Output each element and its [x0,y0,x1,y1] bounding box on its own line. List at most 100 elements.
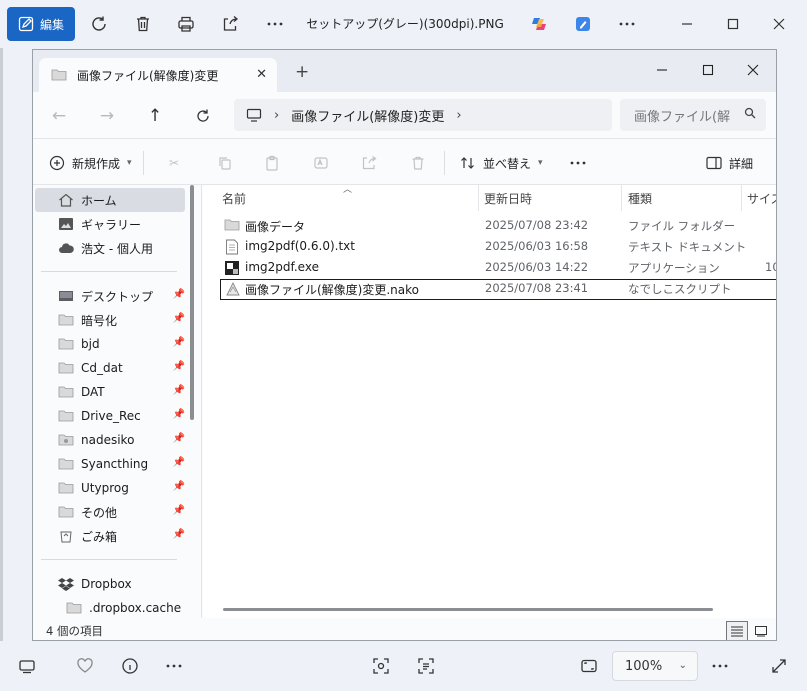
nav-item-label: DAT [81,385,105,399]
delete-icon[interactable] [131,12,155,36]
pin-icon[interactable]: 📌 [173,433,185,444]
explorer-minimize-icon[interactable] [639,55,685,85]
paste-icon[interactable] [264,152,280,174]
nav-item-recycle-bin[interactable]: ごみ箱 📌 [35,524,185,548]
share-file-icon[interactable] [361,152,377,174]
breadcrumb-current[interactable]: 画像ファイル(解像度)変更 [291,106,444,125]
more-options-icon[interactable] [162,654,186,678]
more-menu-icon[interactable] [615,12,639,36]
new-tab-icon[interactable]: + [295,62,309,82]
folder-icon [58,505,74,519]
new-button[interactable]: 新規作成 ▾ [49,152,132,174]
zoom-select[interactable]: 100% ⌄ [612,651,698,681]
address-bar[interactable]: › 画像ファイル(解像度)変更 › [234,99,612,131]
large-icons-view-icon[interactable] [750,621,772,640]
column-header-name[interactable]: 名前 [203,185,479,211]
pin-icon[interactable]: 📌 [173,529,185,540]
more-options-icon[interactable] [263,12,287,36]
pin-icon[interactable]: 📌 [173,409,185,420]
filmstrip-icon[interactable] [15,654,39,678]
pin-icon[interactable]: 📌 [173,361,185,372]
nav-item-folder[interactable]: Drive_Rec 📌 [35,404,185,428]
refresh-icon[interactable] [191,104,215,128]
file-size: 10 [765,260,776,274]
nav-item-folder[interactable]: bjd 📌 [35,332,185,356]
pin-icon[interactable]: 📌 [173,457,185,468]
nav-item-label: デスクトップ [81,289,154,304]
copy-icon[interactable] [217,152,233,174]
column-header-size[interactable]: サイズ [728,185,776,211]
explorer-maximize-icon[interactable] [685,55,731,85]
rename-icon[interactable] [313,152,329,174]
nav-scrollbar[interactable] [190,185,194,420]
nav-item-folder[interactable]: Cd_dat 📌 [35,356,185,380]
table-row[interactable]: img2pdf(0.6.0).txt 2025/06/03 16:58 テキスト… [220,237,776,258]
pin-icon[interactable]: 📌 [173,505,185,516]
column-header-date[interactable]: 更新日時 [465,185,610,211]
column-size-label: サイズ [747,191,776,206]
info-icon[interactable] [118,654,142,678]
search-input[interactable]: 画像ファイル(解 [620,99,766,131]
nav-item-folder[interactable]: Utyprog 📌 [35,476,185,500]
sort-button[interactable]: 並べ替え ▾ [460,152,543,174]
folder-icon [224,218,240,235]
table-row[interactable]: img2pdf.exe 2025/06/03 14:22 アプリケーション 10 [220,258,776,279]
close-icon[interactable] [767,12,791,36]
tab-current-folder[interactable]: 画像ファイル(解像度)変更 ✕ [39,58,277,92]
pin-icon[interactable]: 📌 [173,313,185,324]
nav-item-folder[interactable]: DAT 📌 [35,380,185,404]
nav-item-folder[interactable]: Syancthing 📌 [35,452,185,476]
nav-item-dropbox[interactable]: Dropbox [35,572,185,596]
nav-item-onedrive[interactable]: 浩文 - 個人用 [35,236,185,260]
up-arrow-icon[interactable]: ↑ [143,104,167,128]
viewer-left-edge [0,48,3,641]
pane-divider[interactable] [201,185,202,625]
file-name: img2pdf(0.6.0).txt [245,239,355,253]
favorite-heart-icon[interactable] [73,654,97,678]
forward-arrow-icon[interactable]: → [95,104,119,128]
text-extract-icon[interactable] [414,654,438,678]
folder-icon [58,337,74,351]
nav-item-folder[interactable]: nadesiko 📌 [35,428,185,452]
cut-icon[interactable]: ✂ [169,152,179,174]
file-type: アプリケーション [628,261,720,275]
fit-to-window-icon[interactable] [577,654,601,678]
column-header-type[interactable]: 種類 [609,185,737,211]
folder-icon [58,481,74,495]
pin-icon[interactable]: 📌 [173,481,185,492]
print-icon[interactable] [174,12,198,36]
table-row[interactable]: 画像ファイル(解像度)変更.nako 2025/07/08 23:41 なでしこ… [220,279,776,300]
table-row[interactable]: 画像データ 2025/07/08 23:42 ファイル フォルダー [220,216,776,237]
nav-item-gallery[interactable]: ギャラリー [35,212,185,236]
designer-icon[interactable] [571,12,595,36]
visual-search-icon[interactable] [369,654,393,678]
delete-file-icon[interactable] [410,152,426,174]
folder-icon [66,601,82,615]
see-more-icon[interactable] [569,152,587,174]
horizontal-scrollbar[interactable] [223,608,713,611]
breadcrumb-chevron-icon[interactable]: › [274,108,279,123]
pin-icon[interactable]: 📌 [173,385,185,396]
more-menu-icon[interactable] [708,654,732,678]
breadcrumb-end-chevron-icon[interactable]: › [456,108,461,123]
back-arrow-icon[interactable]: ← [47,104,71,128]
nav-item-desktop[interactable]: デスクトップ 📌 [35,284,185,308]
share-icon[interactable] [218,12,242,36]
rotate-icon[interactable] [87,12,111,36]
details-view-icon[interactable] [726,621,748,640]
nav-item-folder[interactable]: その他 📌 [35,500,185,524]
details-pane-button[interactable]: 詳細 [706,152,753,174]
nav-item-folder[interactable]: 暗号化 📌 [35,308,185,332]
pin-icon[interactable]: 📌 [173,337,185,348]
maximize-icon[interactable] [721,12,745,36]
explorer-close-icon[interactable] [730,55,776,85]
pin-icon[interactable]: 📌 [173,289,185,300]
tab-title: 画像ファイル(解像度)変更 [77,68,219,83]
copilot-icon[interactable] [527,12,551,36]
edit-button[interactable]: 編集 [7,7,75,41]
expand-icon[interactable] [767,654,791,678]
tab-close-icon[interactable]: ✕ [256,67,267,82]
minimize-icon[interactable] [675,12,699,36]
nav-item-dropbox-cache[interactable]: .dropbox.cache [35,596,185,620]
nav-item-home[interactable]: ホーム [35,188,185,212]
